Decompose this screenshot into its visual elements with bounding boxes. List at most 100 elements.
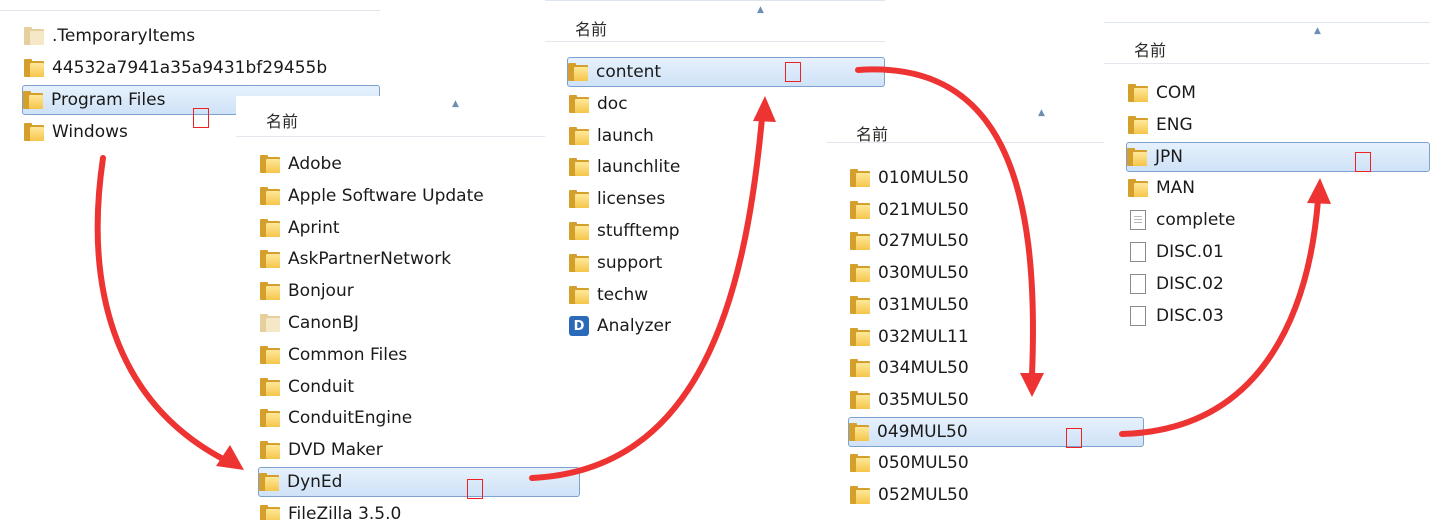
panel-program-files: 名前 ▲ Adobe Apple Software Update Aprint Ask… (236, 96, 580, 520)
list-item-jpn[interactable]: JPN (1126, 142, 1430, 172)
folder-icon (260, 441, 280, 459)
item-name: doc (597, 94, 628, 114)
list-item-030mul50[interactable]: 030MUL50 (850, 258, 1144, 288)
list-item-complete[interactable]: complete (1128, 205, 1430, 235)
item-name: 034MUL50 (878, 358, 969, 378)
click-marker (1355, 152, 1371, 172)
item-name: 050MUL50 (878, 453, 969, 473)
file-icon (1130, 274, 1146, 294)
folder-icon (1128, 116, 1148, 134)
item-name: content (596, 62, 662, 82)
list-item-disc-02[interactable]: DISC.02 (1128, 269, 1430, 299)
item-name: 049MUL50 (877, 422, 968, 442)
item-name: Windows (52, 122, 128, 142)
list-item-com[interactable]: COM (1128, 78, 1430, 108)
list-item-bonjour[interactable]: Bonjour (260, 276, 580, 306)
list-item-man[interactable]: MAN (1128, 173, 1430, 203)
folder-icon (569, 254, 589, 272)
list-item-031mul50[interactable]: 031MUL50 (850, 290, 1144, 320)
folder-icon (260, 378, 280, 396)
folder-icon (569, 222, 589, 240)
item-name: Aprint (288, 218, 340, 238)
list-item-adobe[interactable]: Adobe (260, 149, 580, 179)
click-marker (467, 479, 483, 499)
item-name: Apple Software Update (288, 186, 484, 206)
click-marker (193, 108, 209, 128)
item-name: Common Files (288, 345, 408, 365)
list-item-021mul50[interactable]: 021MUL50 (850, 195, 1144, 225)
folder-icon (1128, 179, 1148, 197)
folder-icon (260, 219, 280, 237)
column-header[interactable]: 名前 ▲ (826, 102, 1144, 145)
folder-icon (850, 391, 870, 409)
list-item-44532a7941a35a9431bf29455b[interactable]: 44532a7941a35a9431bf29455b (24, 53, 380, 83)
list-item-034mul50[interactable]: 034MUL50 (850, 353, 1144, 383)
item-name: 030MUL50 (878, 263, 969, 283)
item-name: 032MUL11 (878, 327, 969, 347)
column-header-name[interactable]: 名前 (575, 16, 607, 40)
item-name: licenses (597, 189, 666, 209)
column-header[interactable]: 名前 ▲ (1104, 23, 1430, 64)
item-name: 031MUL50 (878, 295, 969, 315)
folder-icon (850, 201, 870, 219)
folder-icon (24, 59, 44, 77)
list-item-askpartnernetwork[interactable]: AskPartnerNetwork (260, 244, 580, 274)
list-item-027mul50[interactable]: 027MUL50 (850, 226, 1144, 256)
item-name: ENG (1156, 115, 1193, 135)
list-item-apple-software-update[interactable]: Apple Software Update (260, 181, 580, 211)
list-item-dyned[interactable]: DynEd (258, 467, 580, 497)
list-item-common-files[interactable]: Common Files (260, 340, 580, 370)
folder-icon (260, 346, 280, 364)
list-item-035mul50[interactable]: 035MUL50 (850, 385, 1144, 415)
list-item-canonbj[interactable]: CanonBJ (260, 308, 580, 338)
list-item-dvd-maker[interactable]: DVD Maker (260, 435, 580, 465)
list-item-conduit[interactable]: Conduit (260, 372, 580, 402)
list-item-conduitengine[interactable]: ConduitEngine (260, 403, 580, 433)
item-name: Analyzer (597, 316, 671, 336)
item-name: DynEd (287, 472, 343, 492)
folder-icon (259, 473, 279, 491)
item-name: DISC.03 (1156, 306, 1224, 326)
folder-icon (1127, 148, 1147, 166)
file-icon (1130, 306, 1146, 326)
folder-icon (850, 328, 870, 346)
list-item-032mul11[interactable]: 032MUL11 (850, 322, 1144, 352)
list-item-052mul50[interactable]: 052MUL50 (850, 480, 1144, 510)
item-name: Bonjour (288, 281, 354, 301)
item-name: support (597, 253, 663, 273)
folder-icon (569, 158, 589, 176)
folder-icon (850, 264, 870, 282)
list-item-010mul50[interactable]: 010MUL50 (850, 163, 1144, 193)
column-header-name[interactable]: 名前 (266, 108, 298, 132)
folder-icon (850, 486, 870, 504)
list-item-aprint[interactable]: Aprint (260, 213, 580, 243)
list-item-filezilla-3-5-0[interactable]: FileZilla 3.5.0 (260, 499, 580, 520)
list-item-disc-01[interactable]: DISC.01 (1128, 237, 1430, 267)
item-name: stufftemp (597, 221, 680, 241)
column-header-name[interactable]: 名前 (856, 121, 888, 145)
folder-icon (849, 423, 869, 441)
folder-icon (850, 169, 870, 187)
column-header[interactable]: 名前 ▲ (236, 96, 580, 137)
folder-icon (850, 359, 870, 377)
list-item-050mul50[interactable]: 050MUL50 (850, 448, 1144, 478)
column-header[interactable]: 名前 ▲ (545, 1, 885, 42)
sort-ascending-icon: ▲ (757, 5, 764, 15)
item-name: 035MUL50 (878, 390, 969, 410)
folder-icon (569, 190, 589, 208)
list-item-disc-03[interactable]: DISC.03 (1128, 301, 1430, 331)
folder-icon (260, 282, 280, 300)
folder-icon (260, 187, 280, 205)
column-header-name[interactable]: 名前 (1134, 37, 1166, 61)
list-item-049mul50[interactable]: 049MUL50 (848, 417, 1144, 447)
item-name: 010MUL50 (878, 168, 969, 188)
folder-icon (850, 296, 870, 314)
list-item-eng[interactable]: ENG (1128, 110, 1430, 140)
panel-049mul50: 名前 ▲ COM ENG JPN MAN complete DISC.01 DISC.02 D… (1104, 22, 1430, 341)
item-name: MAN (1156, 178, 1196, 198)
folder-icon (260, 409, 280, 427)
item-name: AskPartnerNetwork (288, 249, 452, 269)
list-item-temporaryitems[interactable]: .TemporaryItems (24, 21, 380, 51)
list-item-content[interactable]: content (567, 57, 885, 87)
folder-icon (260, 505, 280, 520)
